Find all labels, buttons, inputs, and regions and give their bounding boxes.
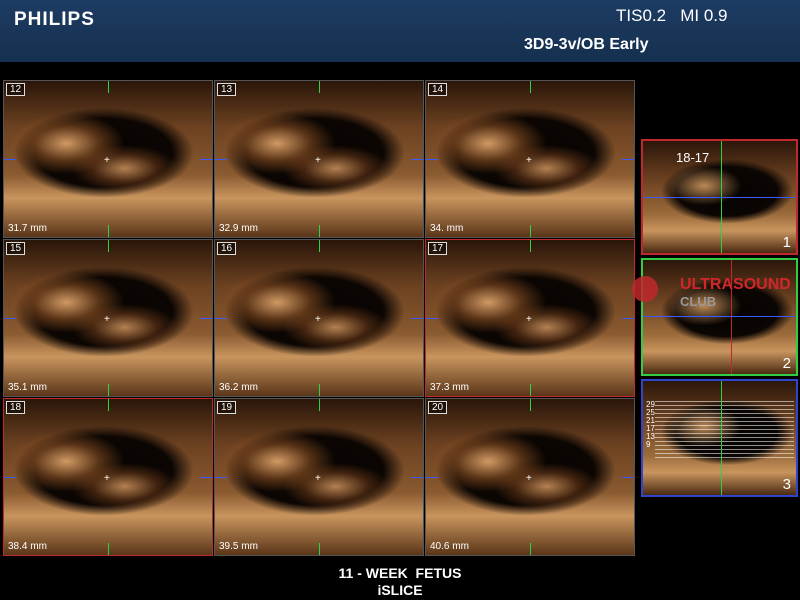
tis-mi-readout: TIS0.2 MI 0.9 xyxy=(616,6,728,25)
blue-marker xyxy=(4,477,16,478)
blue-marker xyxy=(200,477,212,478)
blue-marker xyxy=(200,318,212,319)
green-marker xyxy=(108,81,109,93)
crosshair-icon: + xyxy=(315,473,321,484)
slice-number: 17 xyxy=(428,242,448,255)
slice-depth: 36.2 mm xyxy=(219,382,258,393)
green-marker xyxy=(530,399,531,411)
slice-tile[interactable]: 12 + 31.7 mm xyxy=(3,80,213,238)
slice-depth: 38.4 mm xyxy=(8,541,47,552)
blue-marker xyxy=(4,318,16,319)
slice-depth: 34. mm xyxy=(430,223,464,234)
blue-marker xyxy=(426,477,438,478)
green-marker xyxy=(108,240,109,252)
slice-depth: 37.3 mm xyxy=(430,382,469,393)
green-marker xyxy=(530,384,531,396)
slice-depth: 40.6 mm xyxy=(430,541,469,552)
crosshair-icon: + xyxy=(104,314,110,325)
green-marker xyxy=(319,225,320,237)
crosshair-icon: + xyxy=(526,314,532,325)
green-marker xyxy=(108,225,109,237)
blue-marker xyxy=(622,318,634,319)
slice-number: 15 xyxy=(6,242,26,255)
brand-logo: PHILIPS xyxy=(14,9,95,30)
blue-marker xyxy=(200,159,212,160)
slice-number: 20 xyxy=(428,401,448,414)
blue-marker xyxy=(411,318,423,319)
crosshair-icon: + xyxy=(526,473,532,484)
slice-tile-selected[interactable]: 18 + 38.4 mm xyxy=(3,398,213,556)
slice-number: 16 xyxy=(217,242,237,255)
green-marker xyxy=(530,240,531,252)
slice-range-tag: 18-17 xyxy=(676,150,710,165)
slice-number: 13 xyxy=(217,83,237,96)
slice-grid: 12 + 31.7 mm 13 + 32.9 mm 14 + 34. mm 15… xyxy=(3,80,635,556)
view-number: 2 xyxy=(782,355,791,372)
reference-view-1[interactable]: 18-17 1 xyxy=(641,139,798,255)
green-marker xyxy=(319,81,320,93)
view-number: 1 xyxy=(782,234,791,251)
blue-marker xyxy=(643,316,796,317)
slice-number: 19 xyxy=(217,401,237,414)
blue-marker xyxy=(4,159,16,160)
slice-number: 14 xyxy=(428,83,448,96)
blue-marker xyxy=(215,159,227,160)
slice-tile[interactable]: 14 + 34. mm xyxy=(425,80,635,238)
slice-lines xyxy=(655,401,794,461)
caption-subtitle: iSLICE xyxy=(377,582,423,598)
slice-depth: 35.1 mm xyxy=(8,382,47,393)
watermark: ULTRASOUND CLUB xyxy=(632,272,800,312)
slice-tile[interactable]: 20 + 40.6 mm xyxy=(425,398,635,556)
slice-ticks: 29 25 21 17 13 9 xyxy=(646,400,655,449)
slice-tile[interactable]: 13 + 32.9 mm xyxy=(214,80,424,238)
slice-tile[interactable]: 15 + 35.1 mm xyxy=(3,239,213,397)
caption-title: 11 - WEEK FETUS xyxy=(338,565,462,581)
blue-marker xyxy=(215,318,227,319)
header-bar: PHILIPS TIS0.2 MI 0.9 3D9-3v/OB Early xyxy=(0,0,800,62)
slice-number: 18 xyxy=(6,401,26,414)
blue-marker xyxy=(643,197,796,198)
slice-depth: 39.5 mm xyxy=(219,541,258,552)
blue-marker xyxy=(426,318,438,319)
green-marker xyxy=(530,543,531,555)
crosshair-icon: + xyxy=(104,473,110,484)
blue-marker xyxy=(411,159,423,160)
green-marker xyxy=(319,543,320,555)
blue-marker xyxy=(622,159,634,160)
green-marker xyxy=(530,81,531,93)
watermark-line1: ULTRASOUND xyxy=(680,276,791,293)
blue-marker xyxy=(411,477,423,478)
watermark-line2: CLUB xyxy=(680,294,717,309)
slice-depth: 31.7 mm xyxy=(8,223,47,234)
ultrasound-club-logo-icon xyxy=(632,276,658,302)
crosshair-icon: + xyxy=(315,314,321,325)
slice-depth: 32.9 mm xyxy=(219,223,258,234)
slice-tile-selected[interactable]: 17 + 37.3 mm xyxy=(425,239,635,397)
slice-tile[interactable]: 19 + 39.5 mm xyxy=(214,398,424,556)
blue-marker xyxy=(622,477,634,478)
green-marker xyxy=(108,399,109,411)
green-marker xyxy=(108,543,109,555)
crosshair-icon: + xyxy=(526,155,532,166)
slice-tile[interactable]: 16 + 36.2 mm xyxy=(214,239,424,397)
green-marker xyxy=(319,384,320,396)
crosshair-icon: + xyxy=(315,155,321,166)
green-marker xyxy=(108,384,109,396)
reference-view-3[interactable]: 29 25 21 17 13 9 3 xyxy=(641,379,798,497)
blue-marker xyxy=(426,159,438,160)
view-number: 3 xyxy=(782,476,791,493)
green-marker xyxy=(530,225,531,237)
probe-preset: 3D9-3v/OB Early xyxy=(524,36,649,53)
green-marker xyxy=(721,381,722,495)
crosshair-icon: + xyxy=(104,155,110,166)
green-marker xyxy=(319,240,320,252)
blue-marker xyxy=(215,477,227,478)
slice-number: 12 xyxy=(6,83,26,96)
green-marker xyxy=(319,399,320,411)
